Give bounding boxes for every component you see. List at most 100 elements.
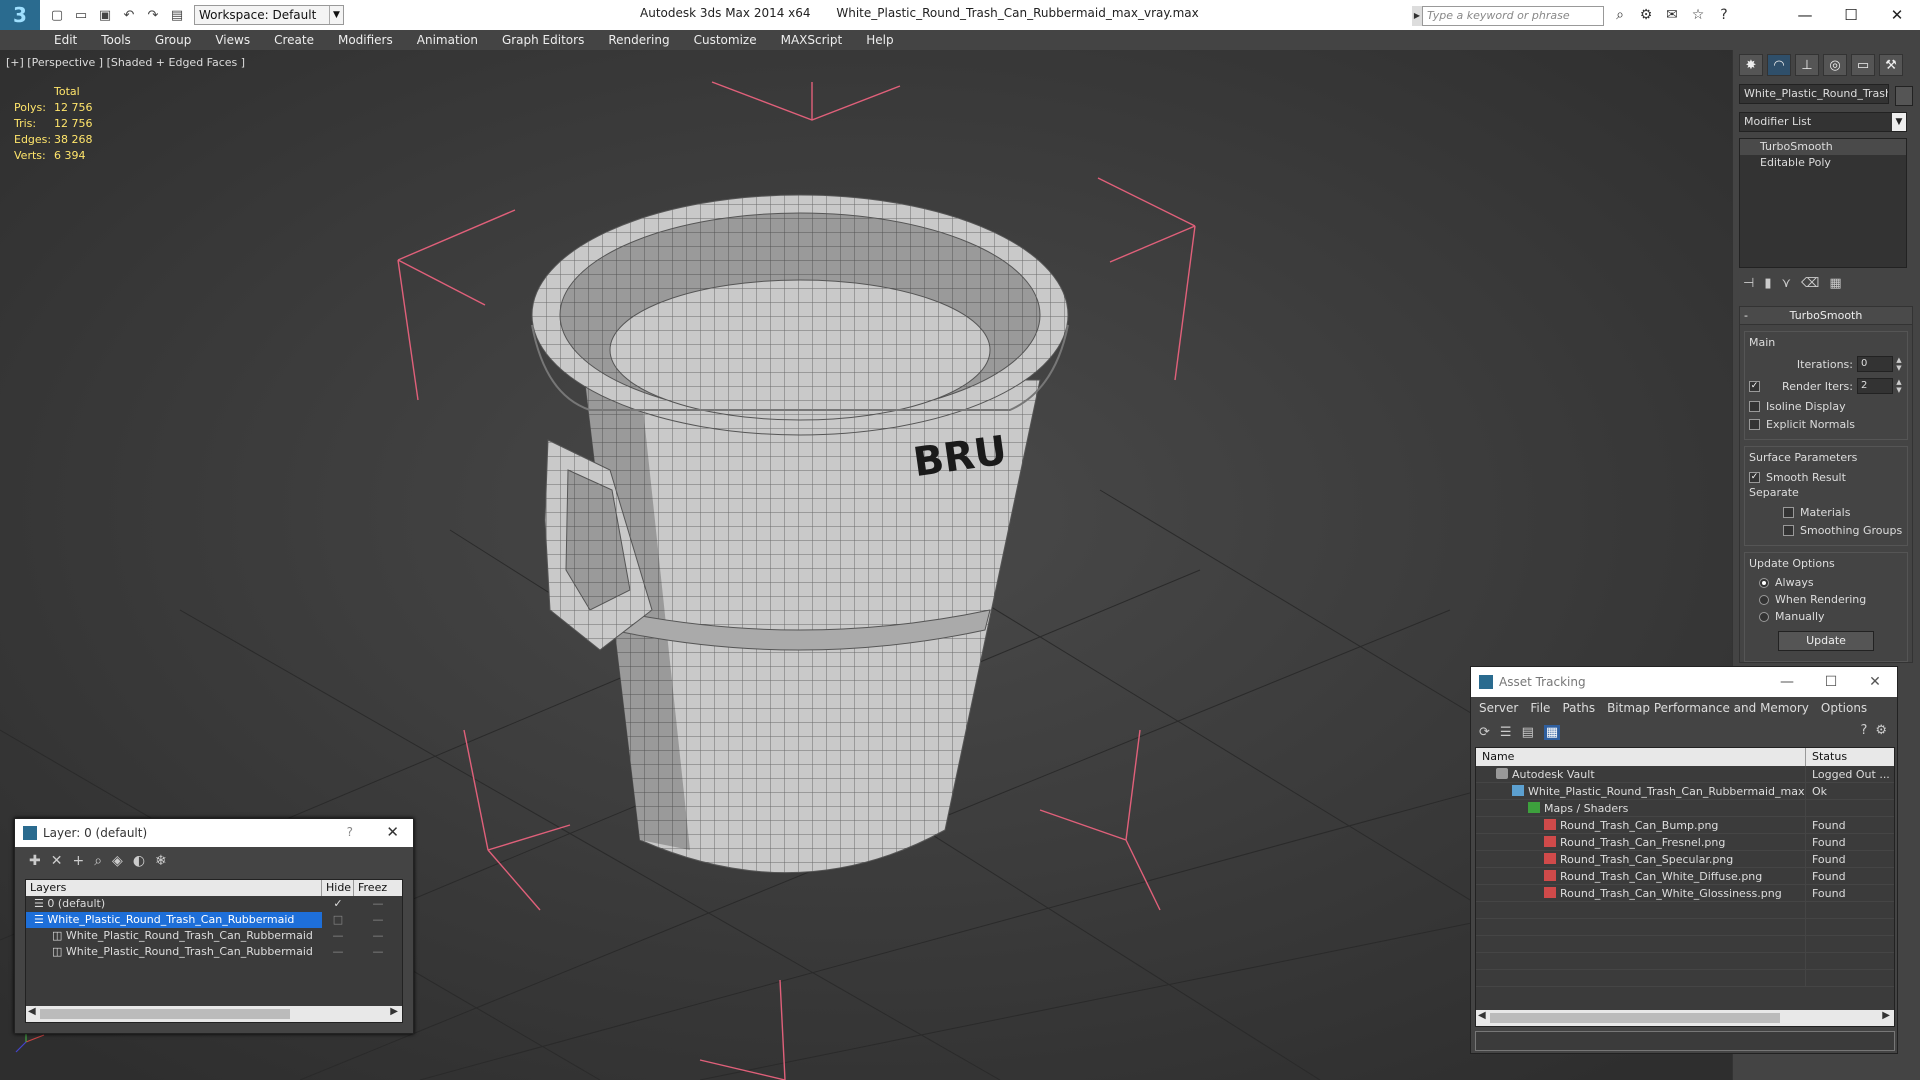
asset-row[interactable]: White_Plastic_Round_Trash_Can_Rubbermaid… [1476, 783, 1894, 800]
menu-customize[interactable]: Customize [694, 33, 757, 47]
spinner-arrows-icon[interactable]: ▲ ▼ [1895, 356, 1903, 372]
layer-row[interactable]: ☰ White_Plastic_Round_Trash_Can_Rubberma… [26, 912, 402, 928]
smooth-result-checkbox[interactable]: ✓ Smooth Result [1749, 468, 1903, 486]
scroll-left-icon[interactable]: ◀ [1478, 1010, 1486, 1021]
hide-toggle[interactable]: □ [322, 912, 354, 928]
modify-tab-icon[interactable]: ◠ [1767, 54, 1791, 76]
explicit-normals-checkbox[interactable]: Explicit Normals [1749, 415, 1903, 433]
asset-menu-file[interactable]: File [1530, 701, 1550, 715]
isoline-display-checkbox[interactable]: Isoline Display [1749, 397, 1903, 415]
freeze-toggle[interactable]: — [354, 912, 402, 928]
communication-icon[interactable]: ✉ [1662, 5, 1682, 25]
create-tab-icon[interactable]: ✸ [1739, 54, 1763, 76]
save-file-icon[interactable]: ▣ [94, 5, 116, 25]
menu-maxscript[interactable]: MAXScript [781, 33, 843, 47]
menu-animation[interactable]: Animation [417, 33, 478, 47]
col-freeze[interactable]: Freez [354, 880, 402, 896]
always-radio[interactable]: Always [1749, 574, 1903, 591]
select-objects-icon[interactable]: ⌕ [94, 853, 102, 869]
undo-icon[interactable]: ↶ [118, 5, 140, 25]
modifier-list-dropdown[interactable]: Modifier List ▼ [1739, 112, 1907, 132]
menu-create[interactable]: Create [274, 33, 314, 47]
when-rendering-radio[interactable]: When Rendering [1749, 591, 1903, 608]
asset-row[interactable]: Autodesk Vault Logged Out ... [1476, 766, 1894, 783]
layer-row[interactable]: ☰ 0 (default) ✓ — [26, 896, 402, 912]
settings-icon[interactable]: ⚙ [1875, 723, 1887, 738]
freeze-toggle[interactable]: — [354, 896, 402, 912]
scroll-left-icon[interactable]: ◀ [28, 1006, 36, 1017]
close-icon[interactable]: ✕ [386, 823, 399, 841]
asset-menu-options[interactable]: Options [1821, 701, 1867, 715]
refresh-icon[interactable]: ⟳ [1479, 725, 1490, 740]
asset-row[interactable]: Maps / Shaders [1476, 800, 1894, 817]
asset-menu-server[interactable]: Server [1479, 701, 1518, 715]
close-icon[interactable]: ✕ [1853, 667, 1897, 697]
highlight-layer-icon[interactable]: ◈ [112, 853, 123, 869]
add-to-layer-icon[interactable]: + [72, 853, 84, 869]
asset-row[interactable]: Round_Trash_Can_Fresnel.png Found [1476, 834, 1894, 851]
table-view-icon[interactable]: ▦ [1543, 724, 1561, 740]
minimize-icon[interactable]: — [1765, 667, 1809, 697]
minimize-icon[interactable]: — [1782, 0, 1828, 30]
menu-views[interactable]: Views [215, 33, 250, 47]
menu-group[interactable]: Group [155, 33, 192, 47]
help-icon[interactable]: ? [347, 825, 353, 839]
layer-dialog-title-bar[interactable]: Layer: 0 (default) ? ✕ [15, 819, 413, 847]
manually-radio[interactable]: Manually [1749, 608, 1903, 625]
help-icon[interactable]: ? [1714, 5, 1734, 25]
smoothing-groups-checkbox[interactable]: Smoothing Groups [1749, 521, 1903, 539]
col-name[interactable]: Name [1476, 748, 1806, 766]
asset-path-field[interactable] [1475, 1031, 1895, 1051]
active-layer-check-icon[interactable]: ✓ [322, 896, 354, 912]
render-iters-checkbox[interactable]: ✓ [1749, 377, 1766, 395]
hierarchy-tab-icon[interactable]: ⊥ [1795, 54, 1819, 76]
workspace-dropdown[interactable]: Workspace: Default ▼ [194, 5, 344, 25]
render-iters-spinner[interactable]: 2 [1857, 378, 1893, 394]
horizontal-scrollbar[interactable]: ◀ ▶ [26, 1006, 402, 1022]
search-expand-icon[interactable]: ▶ [1412, 6, 1422, 26]
asset-dialog-title-bar[interactable]: Asset Tracking — ☐ ✕ [1471, 667, 1897, 697]
new-file-icon[interactable]: ▢ [46, 5, 68, 25]
freeze-all-layers-icon[interactable]: ❄ [155, 853, 167, 869]
freeze-toggle[interactable]: — [354, 944, 402, 960]
asset-row[interactable]: Round_Trash_Can_White_Glossiness.png Fou… [1476, 885, 1894, 902]
asset-row[interactable]: Round_Trash_Can_White_Diffuse.png Found [1476, 868, 1894, 885]
rollout-header[interactable]: - TurboSmooth [1740, 307, 1912, 325]
scroll-right-icon[interactable]: ▶ [390, 1006, 398, 1017]
layer-row[interactable]: ◫ White_Plastic_Round_Trash_Can_Rubberma… [26, 944, 402, 960]
delete-layer-icon[interactable]: ✕ [51, 853, 63, 869]
redo-icon[interactable]: ↷ [142, 5, 164, 25]
create-layer-icon[interactable]: ✚ [29, 853, 41, 869]
freeze-toggle[interactable]: — [354, 928, 402, 944]
object-name-field[interactable]: White_Plastic_Round_Trash_ [1739, 84, 1889, 104]
iterations-spinner[interactable]: 0 [1857, 356, 1893, 372]
app-logo-icon[interactable]: 3 [0, 0, 40, 30]
open-file-icon[interactable]: ▭ [70, 5, 92, 25]
list-view-icon[interactable]: ☰ [1500, 725, 1512, 740]
hide-all-layers-icon[interactable]: ◐ [133, 853, 145, 869]
menu-help[interactable]: Help [866, 33, 893, 47]
display-tab-icon[interactable]: ▭ [1851, 54, 1875, 76]
binoculars-icon[interactable]: ⌕ [1610, 5, 1630, 25]
menu-edit[interactable]: Edit [54, 33, 77, 47]
asset-menu-paths[interactable]: Paths [1562, 701, 1595, 715]
motion-tab-icon[interactable]: ◎ [1823, 54, 1847, 76]
viewport-label[interactable]: [+] [Perspective ] [Shaded + Edged Faces… [6, 56, 245, 69]
stack-item-turbosmooth[interactable]: TurboSmooth [1740, 139, 1906, 155]
horizontal-scrollbar[interactable]: ◀ ▶ [1476, 1010, 1894, 1026]
menu-modifiers[interactable]: Modifiers [338, 33, 393, 47]
help-icon[interactable]: ? [1860, 723, 1867, 738]
favorites-star-icon[interactable]: ☆ [1688, 5, 1708, 25]
configure-sets-icon[interactable]: ▦ [1829, 276, 1841, 291]
update-button[interactable]: Update [1778, 631, 1874, 651]
project-folder-icon[interactable]: ▤ [166, 5, 188, 25]
col-hide[interactable]: Hide [322, 880, 354, 896]
menu-rendering[interactable]: Rendering [608, 33, 669, 47]
scroll-thumb[interactable] [40, 1009, 290, 1019]
pin-stack-icon[interactable]: ⊣ [1743, 276, 1754, 291]
search-input[interactable]: Type a keyword or phrase [1422, 6, 1604, 26]
asset-row[interactable]: Round_Trash_Can_Specular.png Found [1476, 851, 1894, 868]
subscription-icon[interactable]: ⚙ [1636, 5, 1656, 25]
maximize-icon[interactable]: ☐ [1809, 667, 1853, 697]
materials-checkbox[interactable]: Materials [1749, 503, 1903, 521]
